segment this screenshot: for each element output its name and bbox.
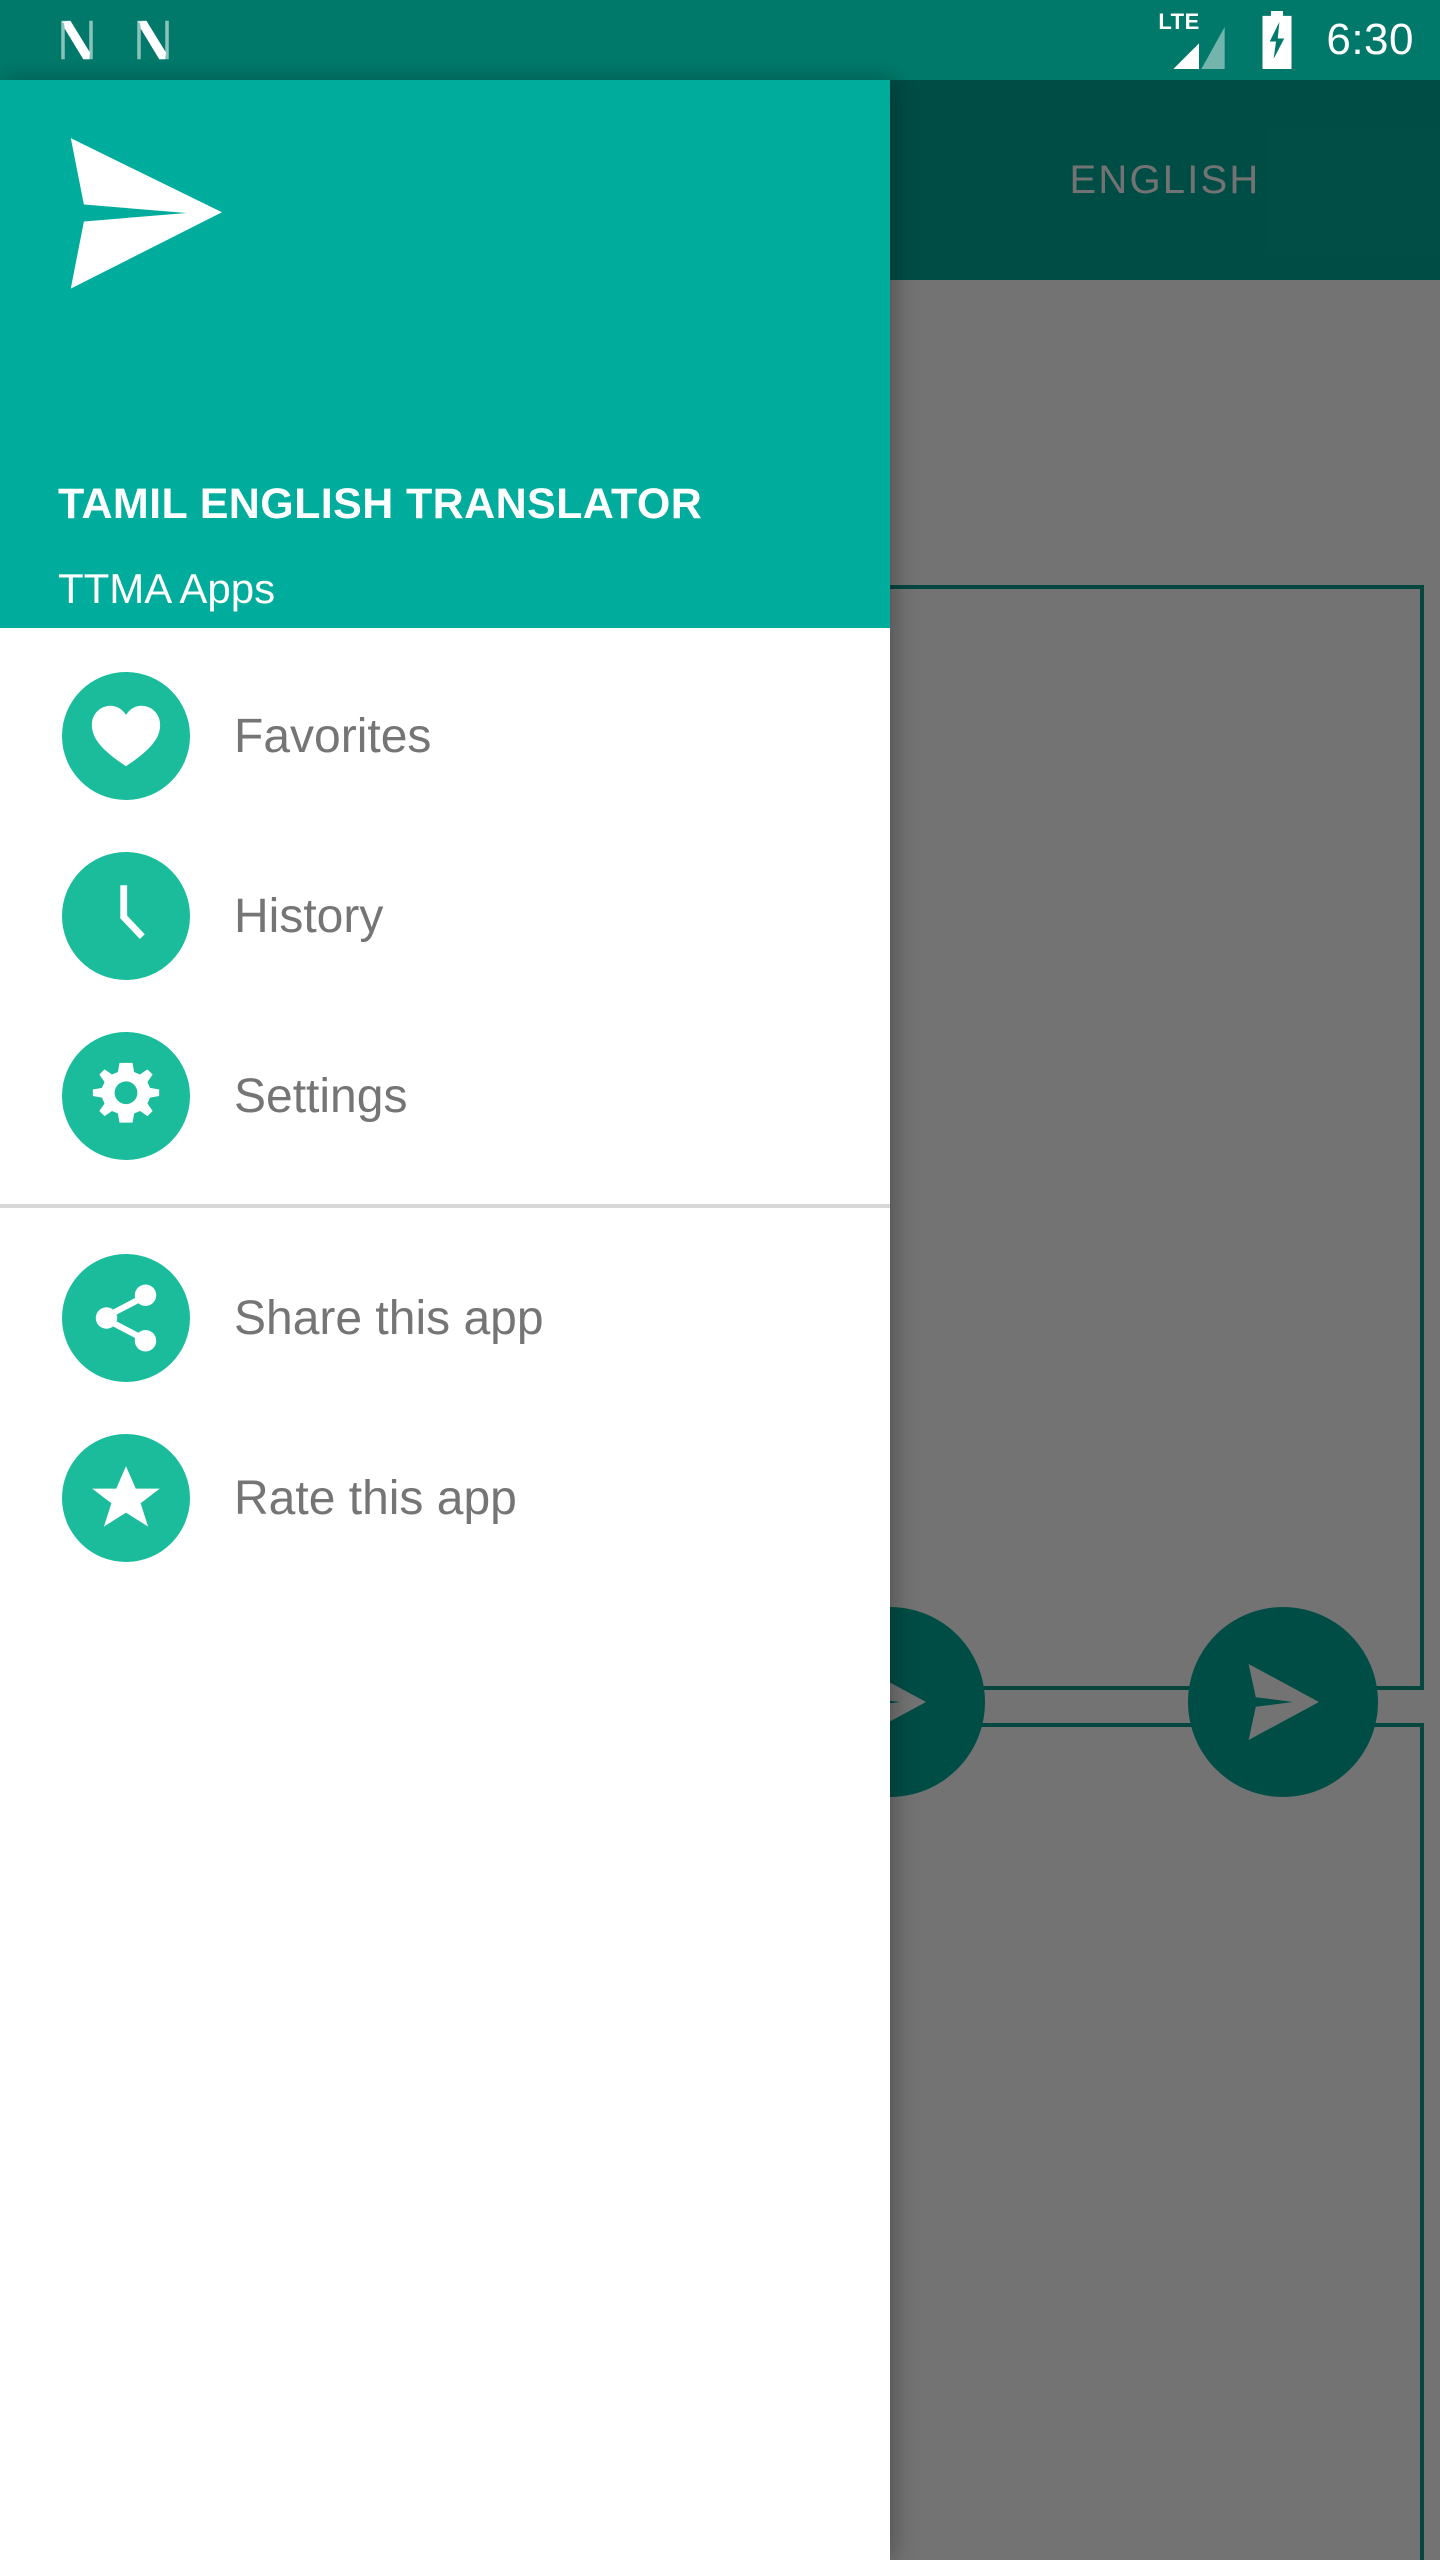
status-bar: LTE 6:30 [0, 0, 1440, 80]
menu-divider [0, 1204, 890, 1208]
heart-icon [62, 672, 190, 800]
menu-item-share-this-app[interactable]: Share this app [0, 1228, 890, 1408]
menu-item-label: Rate this app [234, 1471, 517, 1525]
phone-screen: ENGLISH [0, 0, 1440, 2560]
menu-item-label: History [234, 889, 384, 943]
android-n-icon [56, 17, 98, 63]
menu-item-label: Share this app [234, 1291, 544, 1345]
menu-item-settings[interactable]: Settings [0, 1006, 890, 1186]
drawer-header: TAMIL ENGLISH TRANSLATOR TTMA Apps [0, 80, 890, 628]
menu-item-favorites[interactable]: Favorites [0, 646, 890, 826]
menu-item-history[interactable]: History [0, 826, 890, 1006]
notification-icons [56, 17, 174, 63]
clock-icon [62, 852, 190, 980]
app-title: TAMIL ENGLISH TRANSLATOR [58, 480, 703, 528]
menu-item-rate-this-app[interactable]: Rate this app [0, 1408, 890, 1588]
status-indicators: LTE 6:30 [1158, 9, 1414, 69]
signal-bars-icon: LTE [1158, 9, 1228, 69]
drawer-menu: Favorites History Settings Share this ap… [0, 628, 890, 1588]
app-publisher: TTMA Apps [58, 565, 276, 612]
menu-item-label: Settings [234, 1069, 408, 1123]
star-icon [62, 1434, 190, 1562]
navigation-drawer: TAMIL ENGLISH TRANSLATOR TTMA Apps Favor… [0, 80, 890, 2560]
android-n-icon [132, 17, 174, 63]
gear-icon [62, 1032, 190, 1160]
clock-time: 6:30 [1326, 15, 1414, 64]
menu-item-label: Favorites [234, 709, 432, 763]
battery-charging-icon [1256, 11, 1298, 69]
send-paper-plane-icon [58, 132, 832, 294]
share-icon [62, 1254, 190, 1382]
